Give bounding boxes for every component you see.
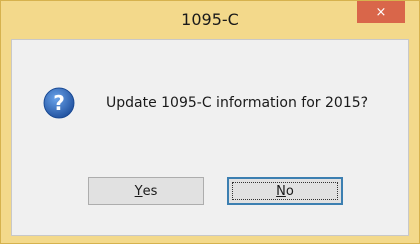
yes-mnemonic: Y — [134, 183, 143, 199]
svg-text:?: ? — [53, 91, 65, 115]
dialog-message: Update 1095-C information for 2015? — [106, 95, 369, 111]
close-icon: × — [375, 4, 387, 20]
close-button[interactable]: × — [357, 1, 405, 23]
focus-rectangle — [232, 182, 338, 200]
no-button[interactable]: No — [227, 177, 343, 205]
dialog-window: 1095-C × ? Update 1095-C information for… — [0, 0, 420, 244]
title-bar[interactable]: 1095-C × — [1, 1, 419, 39]
yes-button[interactable]: Yes — [88, 177, 204, 205]
dialog-body: ? Update 1095-C information for 2015? Ye… — [11, 39, 409, 236]
yes-label: es — [142, 183, 158, 199]
question-icon: ? — [43, 87, 75, 119]
